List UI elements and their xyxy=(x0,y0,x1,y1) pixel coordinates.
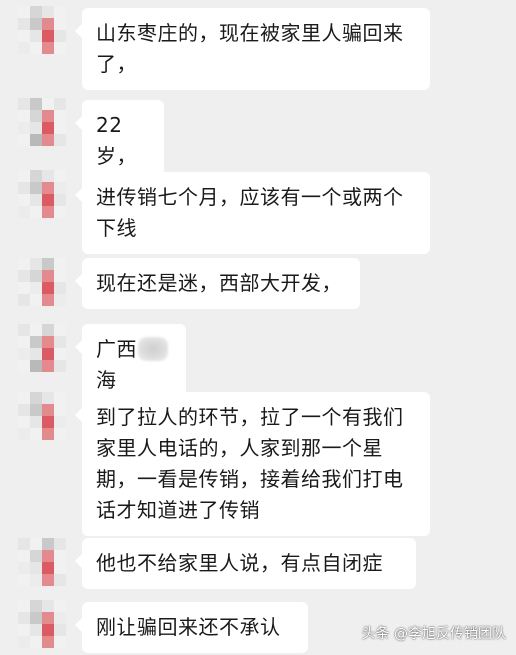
avatar[interactable] xyxy=(18,170,66,218)
message-bubble[interactable]: 山东枣庄的，现在被家里人骗回来 了， xyxy=(75,8,430,90)
avatar[interactable] xyxy=(18,258,66,306)
message-bubble[interactable]: 22岁， xyxy=(75,100,164,182)
message-text-line: 家里人电话的，人家到那一个星 xyxy=(96,436,383,460)
message-text-line: 到了拉人的环节，拉了一个有我们 xyxy=(96,405,404,429)
message-text-line: 山东枣庄的，现在被家里人骗回来 xyxy=(96,21,404,45)
avatar[interactable] xyxy=(18,324,66,372)
avatar[interactable] xyxy=(18,6,66,54)
message-text-line: 22岁， xyxy=(96,113,137,168)
message-text-line: 了， xyxy=(96,52,137,76)
message-bubble[interactable]: 他也不给家里人说，有点自闭症 xyxy=(75,538,416,589)
blurred-redaction xyxy=(138,337,168,361)
message-text-line: 广西海 xyxy=(96,334,172,396)
place-suffix: 海 xyxy=(96,368,117,392)
message-text-line: 下线 xyxy=(96,216,137,240)
avatar[interactable] xyxy=(18,600,66,648)
watermark: 头条 @李旭反传销团队 xyxy=(361,626,506,642)
chat-area: 山东枣庄的，现在被家里人骗回来 了， 22岁， 进传销七个月，应该有一个或两个 … xyxy=(0,0,516,655)
message-text-line: 他也不给家里人说，有点自闭症 xyxy=(96,551,383,575)
avatar[interactable] xyxy=(18,98,66,146)
message-text-line: 进传销七个月，应该有一个或两个 xyxy=(96,185,404,209)
message-text-line: 期，一看是传销，接着给我们打电 xyxy=(96,467,404,491)
message-text-line: 现在还是迷，西部大开发， xyxy=(96,271,342,295)
message-bubble[interactable]: 现在还是迷，西部大开发， xyxy=(75,258,360,309)
message-bubble[interactable]: 到了拉人的环节，拉了一个有我们 家里人电话的，人家到那一个星 期，一看是传销，接… xyxy=(75,392,430,536)
message-bubble[interactable]: 刚让骗回来还不承认 xyxy=(75,602,308,653)
place-prefix: 广西 xyxy=(96,337,137,361)
avatar[interactable] xyxy=(18,392,66,440)
avatar[interactable] xyxy=(18,538,66,586)
message-bubble[interactable]: 进传销七个月，应该有一个或两个 下线 xyxy=(75,172,430,254)
message-text-line: 话才知道进了传销 xyxy=(96,498,260,522)
message-text-line: 刚让骗回来还不承认 xyxy=(96,615,281,639)
